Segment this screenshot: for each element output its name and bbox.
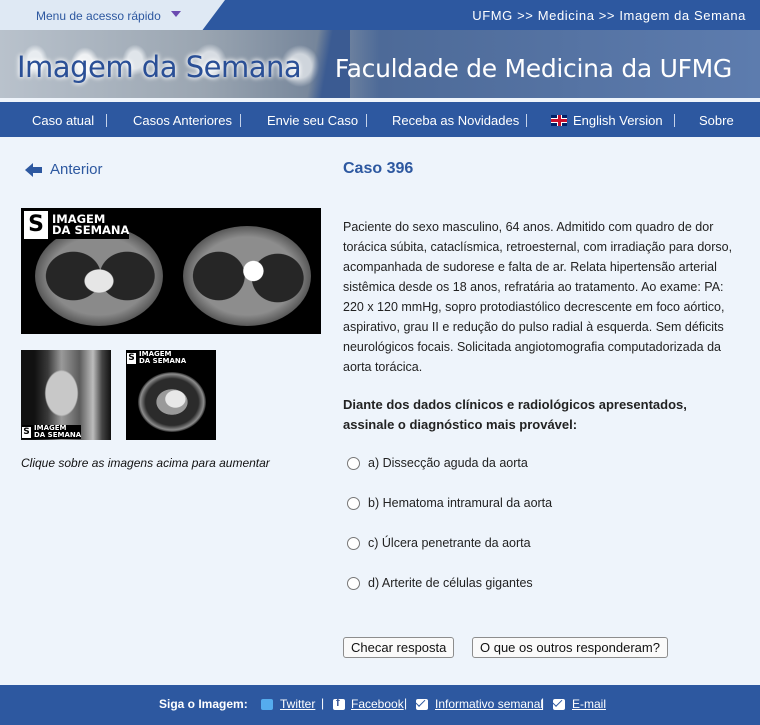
facebook-link[interactable]: Facebook	[351, 697, 404, 711]
case-thumbnail-sagittal[interactable]: S IMAGEM DA SEMANA	[21, 350, 111, 440]
logo-text-line2: DA SEMANA	[34, 431, 82, 439]
nav-divider	[526, 114, 527, 127]
logo-letter: S	[22, 426, 31, 438]
radio-button[interactable]	[347, 496, 360, 510]
quick-access-menu-label[interactable]: Menu de acesso rápido	[36, 9, 161, 23]
previous-case-label[interactable]: Anterior	[50, 161, 103, 178]
mail-icon[interactable]	[553, 699, 565, 710]
nav-sobre[interactable]: Sobre	[699, 113, 734, 128]
email-link[interactable]: E-mail	[572, 697, 606, 711]
ct-axial-slice	[138, 372, 206, 432]
answer-option-d[interactable]: d) Arterite de células gigantes	[347, 576, 533, 590]
case-question: Diante dos dados clínicos e radiológicos…	[343, 397, 687, 432]
logo-text: IMAGEM DA SEMANA	[139, 351, 186, 365]
answer-option-b[interactable]: b) Hematoma intramural da aorta	[347, 496, 552, 510]
nav-divider	[240, 114, 241, 127]
school-name: Faculdade de Medicina da UFMG	[334, 54, 732, 83]
imagem-da-semana-logo: S IMAGEM DA SEMANA	[24, 211, 130, 239]
main-case-image[interactable]: S IMAGEM DA SEMANA	[21, 208, 321, 334]
nav-divider	[674, 114, 675, 127]
answer-option-label[interactable]: c) Úlcera penetrante da aorta	[368, 536, 531, 550]
ct-slice-left	[35, 226, 163, 326]
logo-text-line2: DA SEMANA	[52, 223, 130, 237]
logo-text: IMAGEM DA SEMANA	[34, 425, 81, 439]
imagem-da-semana-logo: S IMAGEM DA SEMANA	[127, 351, 187, 365]
check-answer-button[interactable]: Checar resposta	[343, 637, 455, 658]
others-answers-button[interactable]: O que os outros responderam?	[472, 637, 668, 658]
answer-option-a[interactable]: a) Dissecção aguda da aorta	[347, 456, 528, 470]
top-bar: Menu de acesso rápido UFMG >> Medicina >…	[0, 0, 760, 30]
ct-slice-right	[183, 226, 311, 326]
radio-button[interactable]	[347, 576, 360, 590]
imagem-da-semana-logo: S IMAGEM DA SEMANA	[22, 425, 82, 439]
previous-case-link[interactable]: Anterior	[25, 161, 103, 178]
answer-option-c[interactable]: c) Úlcera penetrante da aorta	[347, 536, 531, 550]
twitter-icon[interactable]	[261, 699, 273, 710]
nav-divider	[106, 114, 107, 127]
footer-divider: |	[541, 696, 545, 710]
chevron-down-icon[interactable]	[171, 11, 181, 17]
mail-icon[interactable]	[416, 699, 428, 710]
radio-button[interactable]	[347, 536, 360, 550]
main-nav: Caso atual Casos Anteriores Envie seu Ca…	[0, 102, 760, 137]
footer-divider: |	[404, 696, 408, 710]
logo-letter: S	[24, 211, 48, 239]
footer-divider: |	[321, 696, 325, 710]
case-description: Paciente do sexo masculino, 64 anos. Adm…	[343, 220, 733, 374]
logo-letter: S	[127, 352, 136, 364]
follow-label: Siga o Imagem:	[159, 697, 248, 711]
answer-option-label[interactable]: d) Arterite de células gigantes	[368, 576, 533, 590]
answer-option-label[interactable]: a) Dissecção aguda da aorta	[368, 456, 528, 470]
radio-button[interactable]	[347, 456, 360, 470]
nav-english-version-label[interactable]: English Version	[573, 113, 663, 128]
breadcrumb: UFMG >> Medicina >> Imagem da Semana	[472, 8, 746, 23]
arrow-left-icon[interactable]	[25, 162, 42, 177]
newsletter-link[interactable]: Informativo semanal	[435, 697, 543, 711]
nav-caso-atual[interactable]: Caso atual	[32, 113, 94, 128]
case-thumbnail-axial[interactable]: S IMAGEM DA SEMANA	[126, 350, 216, 440]
case-title: Caso 396	[343, 160, 414, 177]
site-logo-title[interactable]: Imagem da Semana	[17, 50, 302, 84]
facebook-icon[interactable]	[333, 697, 345, 710]
answer-option-label[interactable]: b) Hematoma intramural da aorta	[368, 496, 552, 510]
nav-english-version[interactable]: English Version	[551, 113, 663, 128]
image-enlarge-hint: Clique sobre as imagens acima para aumen…	[21, 456, 270, 470]
nav-envie-seu-caso[interactable]: Envie seu Caso	[267, 113, 358, 128]
footer: Siga o Imagem: Twitter | Facebook | Info…	[0, 685, 760, 725]
nav-receba-novidades[interactable]: Receba as Novidades	[392, 113, 519, 128]
logo-text: IMAGEM DA SEMANA	[52, 213, 130, 237]
logo-text-line2: DA SEMANA	[139, 357, 187, 365]
nav-divider	[366, 114, 367, 127]
quick-access-menu[interactable]: Menu de acesso rápido	[0, 0, 225, 30]
uk-flag-icon	[551, 115, 567, 126]
header-banner: Imagem da Semana Faculdade de Medicina d…	[0, 30, 760, 98]
twitter-link[interactable]: Twitter	[280, 697, 315, 711]
nav-casos-anteriores[interactable]: Casos Anteriores	[133, 113, 232, 128]
